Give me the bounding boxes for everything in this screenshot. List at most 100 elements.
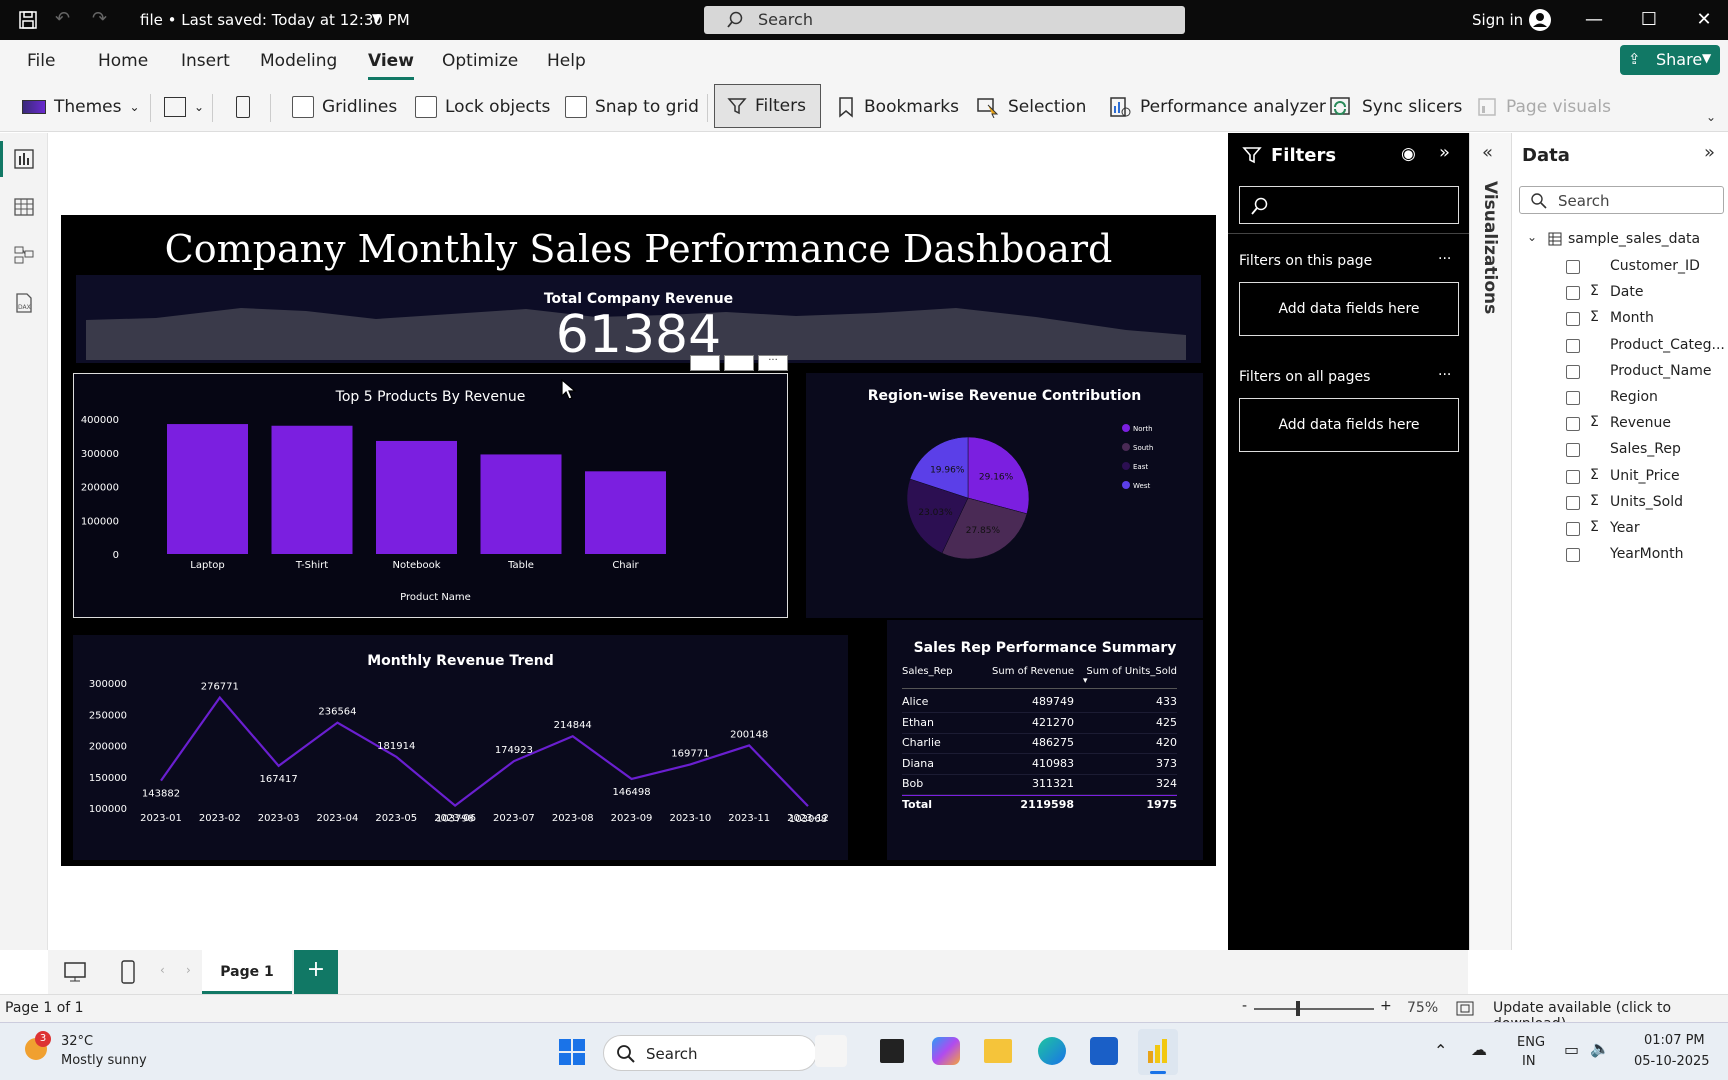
visualizations-collapsed-strip[interactable]: « Visualizations [1469, 133, 1511, 950]
microsoft-store-icon[interactable] [1090, 1037, 1118, 1065]
data-table-name[interactable]: sample_sales_data [1568, 231, 1700, 247]
taskbar-search[interactable]: Search [603, 1035, 817, 1071]
file-menu-chevron-icon[interactable]: ▼ [372, 11, 381, 25]
filters-search-input[interactable] [1239, 186, 1459, 224]
more-options-icon[interactable]: ··· [758, 355, 788, 371]
selection-button[interactable]: Selection [976, 92, 1086, 122]
power-bi-taskbar-button[interactable] [1138, 1029, 1178, 1075]
mobile-layout-icon[interactable] [120, 960, 136, 984]
ribbon-collapse-icon[interactable]: ⌄ [1706, 110, 1716, 124]
menu-insert[interactable]: Insert [181, 51, 230, 71]
zoom-in-button[interactable]: + [1380, 998, 1392, 1014]
gridlines-check-box[interactable] [292, 96, 314, 118]
sales-rep-table-panel[interactable]: Sales Rep Performance Summary Sales_Rep S… [887, 620, 1203, 860]
fit-to-page-icon[interactable] [1456, 1001, 1474, 1016]
windows-start-icon[interactable] [558, 1038, 586, 1066]
undo-icon[interactable]: ↶ [55, 8, 70, 29]
title-search-box[interactable]: Search [704, 6, 1185, 34]
snap-to-grid-checkbox[interactable]: Snap to grid [565, 92, 699, 122]
edge-browser-icon[interactable] [1038, 1037, 1066, 1065]
minimize-icon[interactable]: — [1582, 8, 1606, 32]
weather-temp[interactable]: 32°C [61, 1034, 93, 1049]
expand-pane-icon[interactable]: « [1482, 142, 1493, 163]
network-icon[interactable]: ☁ [1471, 1040, 1487, 1059]
kpi-card[interactable]: Total Company Revenue 61384 [76, 275, 1201, 363]
field-checkbox[interactable] [1566, 312, 1580, 327]
add-page-button[interactable]: + [294, 950, 338, 994]
volume-icon[interactable]: 🔈 [1590, 1039, 1610, 1058]
eye-icon[interactable]: ◉ [1401, 144, 1416, 164]
snap-to-grid-check-box[interactable] [565, 96, 587, 118]
field-checkbox[interactable] [1566, 443, 1580, 458]
redo-icon[interactable]: ↷ [92, 8, 107, 29]
field-checkbox[interactable] [1566, 548, 1580, 563]
field-checkbox[interactable] [1566, 417, 1580, 432]
scroll-right-icon[interactable]: › [186, 963, 191, 977]
menu-help[interactable]: Help [547, 51, 586, 71]
menu-view[interactable]: View [368, 51, 414, 80]
zoom-out-button[interactable]: - [1242, 998, 1247, 1014]
desktop-layout-icon[interactable] [63, 961, 87, 983]
page-view-button[interactable]: ⌄ [164, 92, 204, 122]
field-checkbox[interactable] [1566, 364, 1580, 379]
table-view-icon[interactable] [12, 195, 36, 219]
close-icon[interactable]: ✕ [1692, 8, 1716, 32]
themes-button[interactable]: Themes ⌄ [22, 92, 140, 122]
zoom-level[interactable]: 75% [1407, 1000, 1438, 1016]
more-options-icon[interactable]: ··· [1438, 367, 1451, 383]
lock-objects-check-box[interactable] [415, 96, 437, 118]
account-icon[interactable] [1528, 8, 1552, 32]
menu-file[interactable]: File [27, 51, 55, 71]
sync-slicers-button[interactable]: Sync slicers [1328, 92, 1462, 122]
file-title[interactable]: file • Last saved: Today at 12:30 PM [140, 11, 410, 29]
weather-desc[interactable]: Mostly sunny [61, 1053, 147, 1068]
gridlines-checkbox[interactable]: Gridlines [292, 92, 397, 122]
bookmarks-button[interactable]: Bookmarks [836, 92, 959, 122]
menu-home[interactable]: Home [98, 51, 148, 71]
line-chart-panel[interactable]: Monthly Revenue Trend 100000 150000 200000… [73, 635, 848, 860]
filters-pane-button[interactable]: Filters [714, 84, 821, 128]
field-checkbox[interactable] [1566, 338, 1580, 353]
report-view-icon[interactable] [12, 147, 36, 171]
scroll-left-icon[interactable]: ‹ [160, 963, 165, 977]
language-indicator-line2[interactable]: IN [1522, 1054, 1536, 1069]
save-icon[interactable] [18, 10, 38, 30]
visual-filter-icon[interactable] [690, 355, 720, 371]
add-report-filter-dropzone[interactable]: Add data fields here [1239, 398, 1459, 452]
dashboard-page[interactable]: Company Monthly Sales Performance Dashbo… [61, 215, 1216, 866]
page-visuals-button[interactable]: Page visuals [1476, 92, 1611, 122]
collapse-pane-icon[interactable]: » [1704, 142, 1715, 163]
dax-query-view-icon[interactable]: DAX [12, 291, 36, 315]
zoom-slider[interactable] [1254, 1008, 1374, 1010]
performance-analyzer-button[interactable]: Performance analyzer [1108, 92, 1326, 122]
menu-optimize[interactable]: Optimize [442, 51, 518, 71]
zoom-slider-handle[interactable] [1296, 1001, 1300, 1016]
more-options-icon[interactable]: ··· [1438, 251, 1451, 267]
data-search-input[interactable]: Search [1519, 186, 1724, 214]
field-checkbox[interactable] [1566, 522, 1580, 536]
chevron-down-icon[interactable]: ⌄ [1527, 230, 1537, 244]
language-indicator-line1[interactable]: ENG [1517, 1035, 1545, 1050]
field-checkbox[interactable] [1566, 286, 1580, 301]
maximize-icon[interactable]: ☐ [1637, 8, 1661, 32]
app-icon-character[interactable] [815, 1035, 847, 1067]
pie-chart-panel[interactable]: Region-wise Revenue Contribution 29.16% 2… [806, 373, 1203, 618]
visualizations-label[interactable]: Visualizations [1480, 181, 1500, 314]
focus-mode-icon[interactable] [724, 355, 754, 371]
clock-time[interactable]: 01:07 PM [1644, 1033, 1705, 1048]
field-checkbox[interactable] [1566, 469, 1580, 484]
collapse-pane-icon[interactable]: » [1439, 142, 1450, 163]
sign-in-link[interactable]: Sign in [1472, 11, 1523, 29]
task-view-icon[interactable] [880, 1039, 904, 1063]
sort-desc-icon[interactable]: ▾ [1083, 676, 1088, 686]
clock-date[interactable]: 05-10-2025 [1634, 1054, 1710, 1069]
chevron-up-icon[interactable]: ⌃ [1434, 1041, 1447, 1060]
menu-modeling[interactable]: Modeling [260, 51, 337, 71]
lock-objects-checkbox[interactable]: Lock objects [415, 92, 550, 122]
page-tab[interactable]: Page 1 [202, 950, 292, 994]
mobile-layout-button[interactable] [236, 92, 250, 122]
copilot-icon[interactable] [932, 1037, 960, 1065]
add-page-filter-dropzone[interactable]: Add data fields here [1239, 282, 1459, 336]
field-checkbox[interactable] [1566, 391, 1580, 405]
bar-chart-panel[interactable]: Top 5 Products By Revenue 0 100000 200000 3… [73, 373, 788, 618]
